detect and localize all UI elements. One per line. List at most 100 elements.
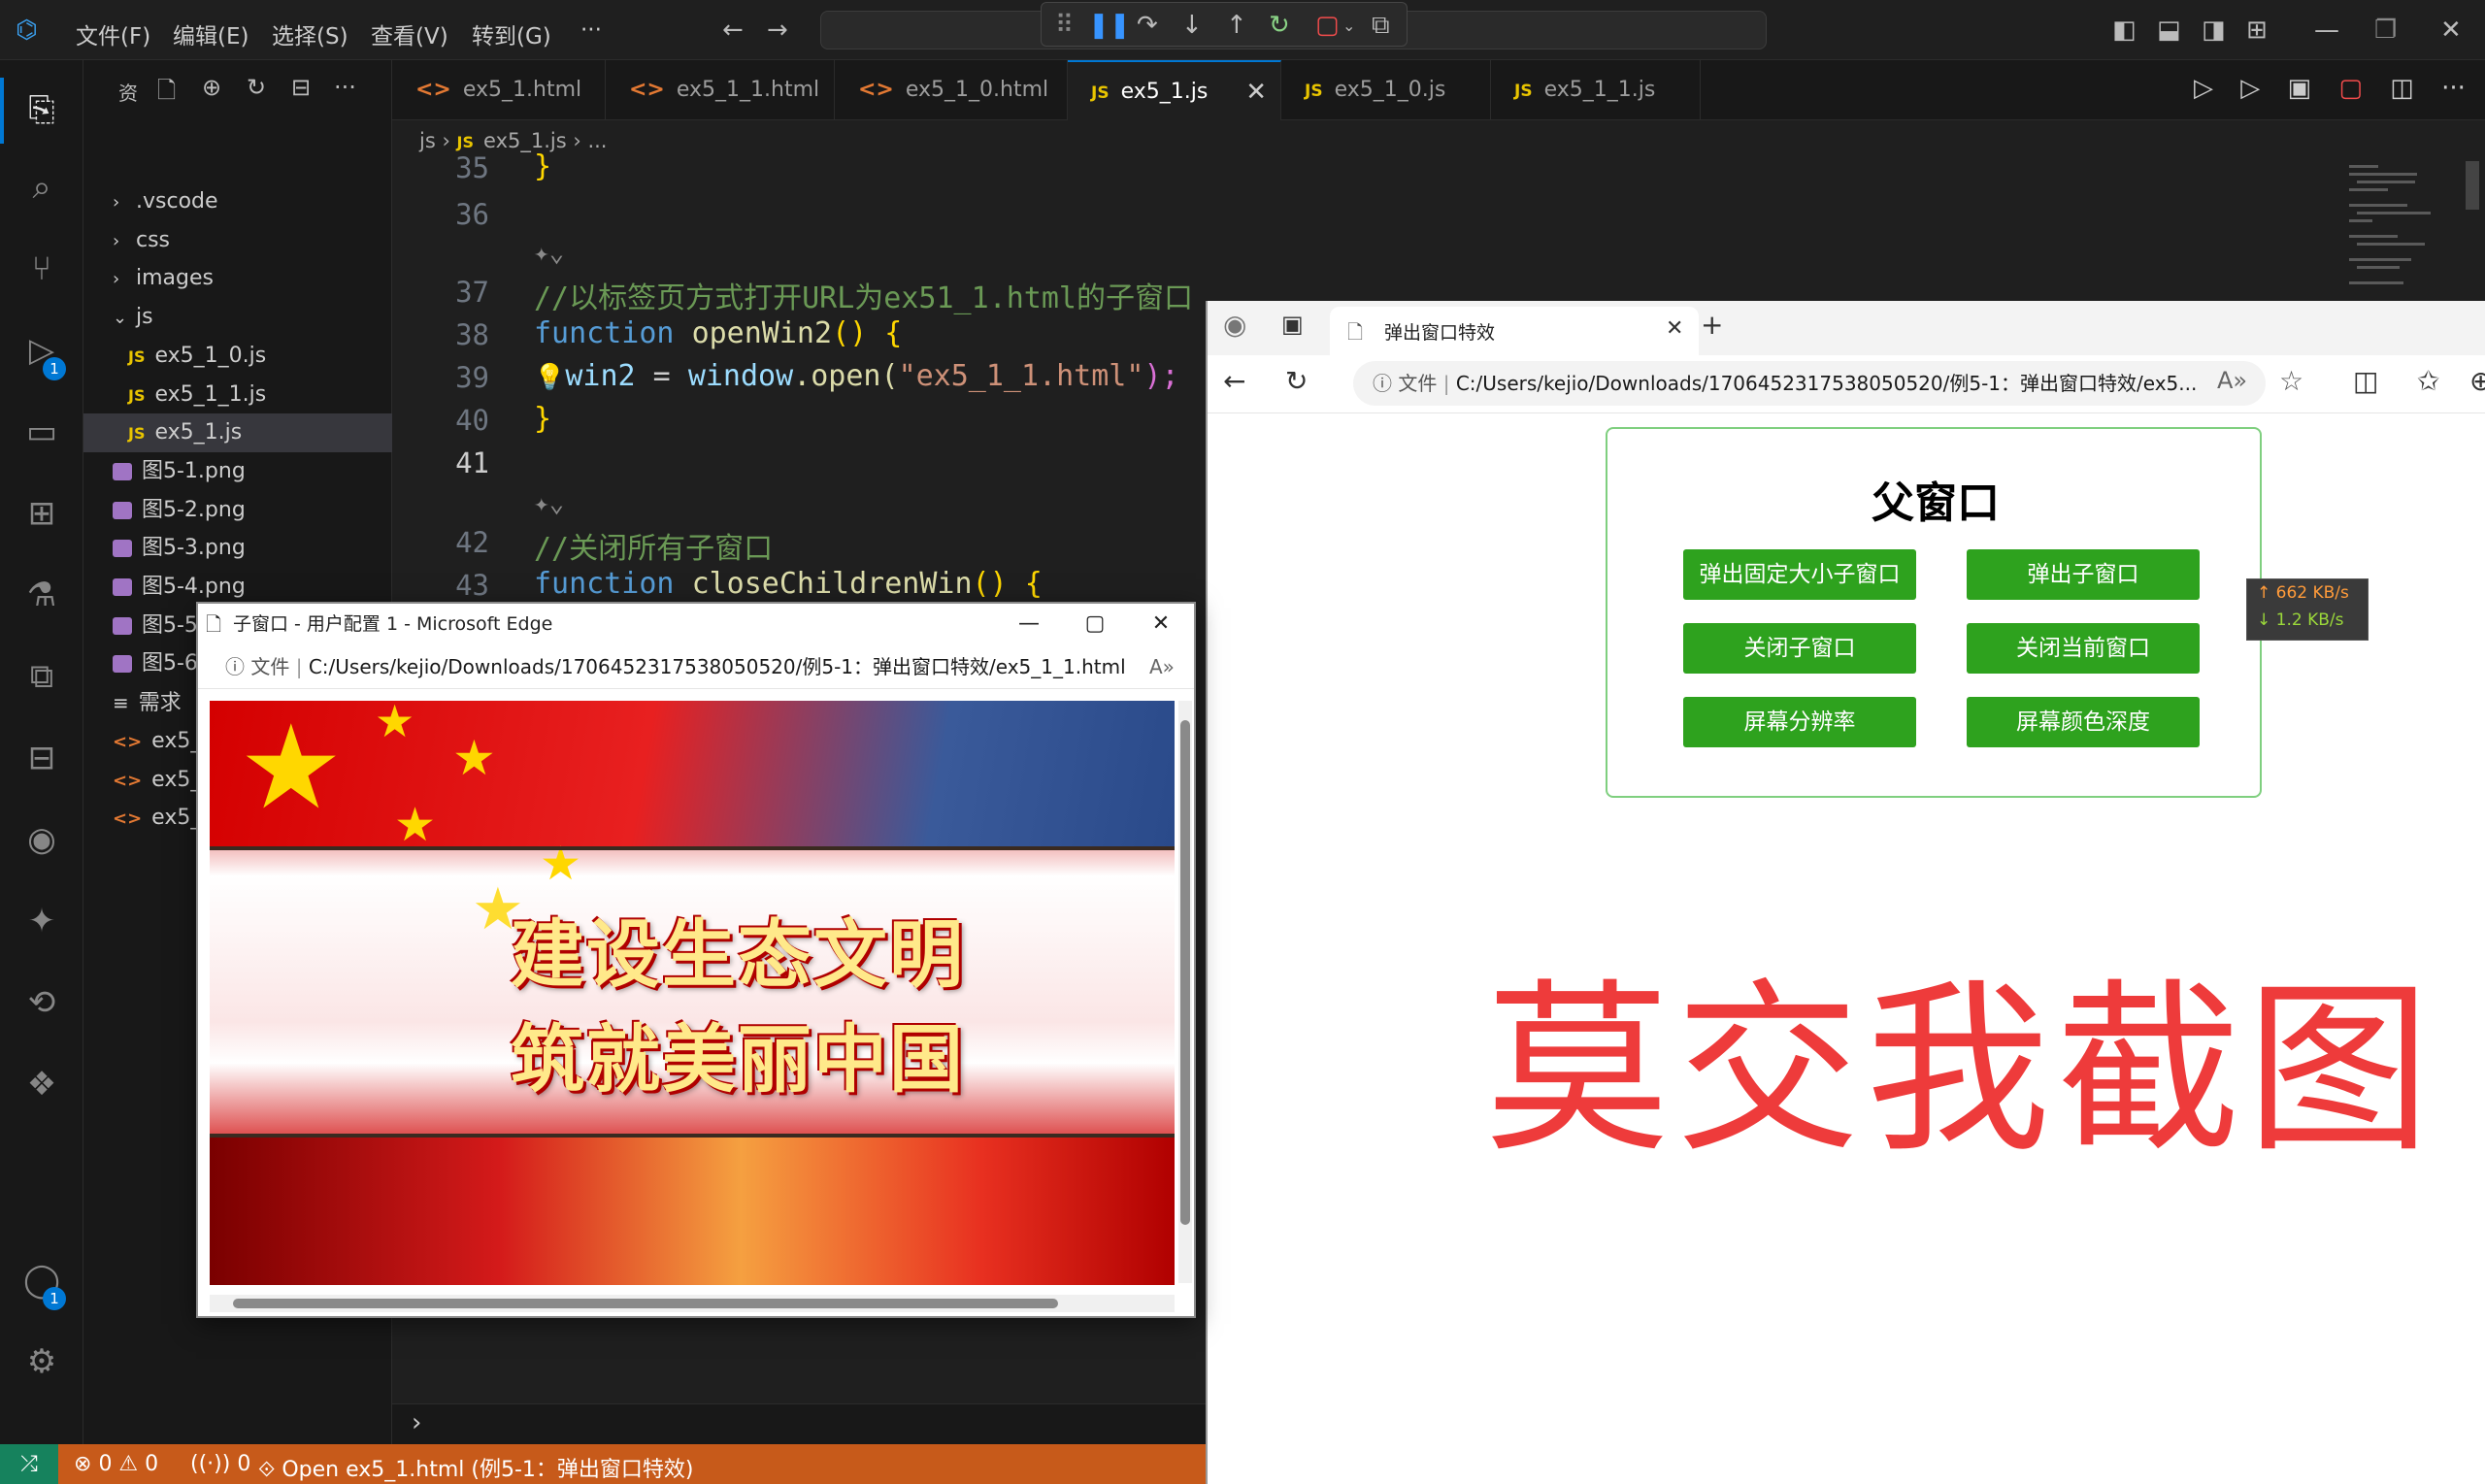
new-tab-icon[interactable]: +: [1701, 309, 1723, 341]
pause-icon[interactable]: ❚❚: [1088, 11, 1131, 40]
menu-go[interactable]: 转到(G): [472, 17, 551, 50]
copilot-codelens-icon[interactable]: ✦⌄: [534, 489, 564, 518]
tree-folder[interactable]: › css: [83, 221, 392, 260]
tab-ex5_1_0-js[interactable]: JS ex5_1_0.js: [1281, 60, 1491, 120]
open-fixed-size-child-button[interactable]: 弹出固定大小子窗口: [1683, 549, 1916, 600]
favorite-star-icon[interactable]: ☆: [2279, 365, 2303, 397]
explorer-icon[interactable]: ⎘: [19, 87, 64, 132]
editor-scrollbar[interactable]: [2466, 161, 2479, 210]
refresh-icon[interactable]: ↻: [1285, 365, 1308, 397]
more-actions-icon[interactable]: ···: [334, 74, 356, 101]
tab-ex5_1-html[interactable]: <> ex5_1.html: [392, 60, 606, 120]
stop-icon[interactable]: ▢: [1315, 11, 1340, 40]
maximize-icon[interactable]: ▢: [1062, 604, 1128, 644]
forward-arrow-icon[interactable]: →: [767, 16, 788, 45]
menu-edit[interactable]: 编辑(E): [173, 17, 248, 50]
back-arrow-icon[interactable]: ←: [722, 16, 744, 45]
tree-file[interactable]: 图5-3.png: [83, 529, 392, 568]
step-over-icon[interactable]: ↷: [1137, 11, 1158, 40]
copilot-icon[interactable]: ✦: [19, 899, 64, 943]
tab-ex5_1_1-html[interactable]: <> ex5_1_1.html: [606, 60, 835, 120]
timeline-icon[interactable]: ⟲: [19, 980, 64, 1025]
tree-folder[interactable]: › .vscode: [83, 182, 392, 221]
task-status[interactable]: ⟐ Open ex5_1.html (例5-1：弹出窗口特效): [258, 1452, 693, 1483]
search-icon[interactable]: ⌕: [19, 165, 64, 210]
tree-file[interactable]: 图5-1.png: [83, 452, 392, 491]
close-child-button[interactable]: 关闭子窗口: [1683, 623, 1916, 674]
source-control-icon[interactable]: ⑂: [19, 247, 64, 291]
read-aloud-icon[interactable]: A»: [1149, 644, 1175, 689]
inspect-icon[interactable]: ⧉: [1372, 11, 1390, 41]
restore-icon[interactable]: ❐: [2374, 16, 2397, 45]
remote-icon[interactable]: ⤮: [0, 1444, 58, 1484]
step-out-icon[interactable]: ↑: [1226, 11, 1247, 40]
ports-status[interactable]: ((·)) 0: [190, 1452, 250, 1476]
split-editor-icon[interactable]: ◫: [2390, 74, 2414, 103]
terminal-panel[interactable]: ›: [392, 1403, 1206, 1444]
tab-ex5_1_0-html[interactable]: <> ex5_1_0.html: [835, 60, 1068, 120]
minimap[interactable]: [2349, 161, 2436, 297]
read-aloud-icon[interactable]: A»: [2217, 367, 2247, 394]
layout-icon[interactable]: ⊞: [2246, 16, 2268, 45]
folders-icon[interactable]: ⊟: [19, 736, 64, 780]
minimize-icon[interactable]: —: [996, 604, 1062, 644]
close-icon[interactable]: ✕: [1128, 604, 1194, 644]
child-address-bar[interactable]: ⓘ 文件 | C:/Users/kejio/Downloads/17064523…: [198, 644, 1194, 689]
breadcrumb-symbol[interactable]: ...: [587, 129, 607, 152]
tree-folder[interactable]: ⌄ js: [83, 298, 392, 337]
github-icon[interactable]: ◉: [19, 817, 64, 862]
refresh-icon[interactable]: ↻: [247, 74, 266, 101]
menu-selection[interactable]: 选择(S): [272, 17, 348, 50]
new-folder-icon[interactable]: ⊕: [202, 74, 221, 101]
profile-avatar-icon[interactable]: ◉: [1223, 309, 1246, 341]
tree-file[interactable]: JS ex5_1_1.js: [83, 376, 392, 414]
tree-file[interactable]: 图5-2.png: [83, 491, 392, 530]
dependencies-icon[interactable]: ⧉: [19, 654, 64, 699]
save-icon[interactable]: ▣: [2288, 74, 2312, 103]
edge-tab-active[interactable]: 🗋 弹出窗口特效 ✕: [1330, 307, 1699, 355]
close-tab-icon[interactable]: ✕: [1245, 62, 1267, 122]
copilot-codelens-icon[interactable]: ✦⌄: [534, 239, 564, 268]
menu-more[interactable]: ···: [580, 17, 602, 43]
settings-gear-icon[interactable]: ⚙: [19, 1339, 64, 1384]
tab-actions-icon[interactable]: ▣: [1281, 311, 1304, 338]
info-icon[interactable]: ⓘ: [225, 655, 245, 678]
collections-icon[interactable]: ⊕: [2469, 365, 2485, 397]
screen-resolution-button[interactable]: 屏幕分辨率: [1683, 697, 1916, 747]
toggle-sidebar-icon[interactable]: ◧: [2112, 16, 2137, 45]
more-actions-icon[interactable]: ···: [2441, 74, 2466, 103]
tree-file[interactable]: JS ex5_1_0.js: [83, 337, 392, 376]
remote-explorer-icon[interactable]: ▭: [19, 410, 64, 454]
scroll-thumb[interactable]: [233, 1299, 1058, 1308]
lightbulb-icon[interactable]: 💡: [534, 363, 565, 392]
minimize-icon[interactable]: —: [2314, 16, 2339, 45]
testing-icon[interactable]: ⚗: [19, 573, 64, 617]
scroll-thumb[interactable]: [1180, 720, 1190, 1225]
chevron-right-icon[interactable]: ›: [412, 1408, 421, 1437]
close-current-window-button[interactable]: 关闭当前窗口: [1967, 623, 2200, 674]
close-icon[interactable]: ✕: [2440, 16, 2462, 45]
stop-square-icon[interactable]: ▢: [2338, 74, 2363, 103]
tab-ex5_1-js[interactable]: JS ex5_1.js ✕: [1068, 60, 1281, 120]
open-child-button[interactable]: 弹出子窗口: [1967, 549, 2200, 600]
restart-icon[interactable]: ↻: [1269, 11, 1290, 40]
problems-status[interactable]: ⊗ 0 ⚠ 0: [74, 1452, 158, 1476]
tree-file[interactable]: 图5-4.png: [83, 568, 392, 607]
close-tab-icon[interactable]: ✕: [1666, 316, 1683, 341]
toggle-panel-icon[interactable]: ⬓: [2157, 16, 2181, 45]
toggle-secondary-sidebar-icon[interactable]: ◨: [2202, 16, 2226, 45]
favorites-icon[interactable]: ✩: [2417, 365, 2439, 397]
new-file-icon[interactable]: 🗋: [157, 74, 176, 114]
screen-color-depth-button[interactable]: 屏幕颜色深度: [1967, 697, 2200, 747]
child-horizontal-scrollbar[interactable]: [210, 1295, 1175, 1312]
drag-handle-icon[interactable]: ⠿: [1055, 11, 1074, 40]
address-input[interactable]: ⓘ 文件 | C:/Users/kejio/Downloads/17064523…: [1353, 361, 2266, 406]
collapse-all-icon[interactable]: ⊟: [291, 74, 311, 101]
info-icon[interactable]: ⓘ: [1373, 372, 1392, 395]
run-icon[interactable]: ▷: [2194, 74, 2213, 103]
child-vertical-scrollbar[interactable]: [1178, 701, 1192, 1283]
step-into-icon[interactable]: ↓: [1181, 11, 1203, 40]
back-arrow-icon[interactable]: ←: [1223, 365, 1245, 397]
breadcrumb-folder[interactable]: js: [419, 129, 436, 152]
menu-file[interactable]: 文件(F): [76, 17, 150, 50]
